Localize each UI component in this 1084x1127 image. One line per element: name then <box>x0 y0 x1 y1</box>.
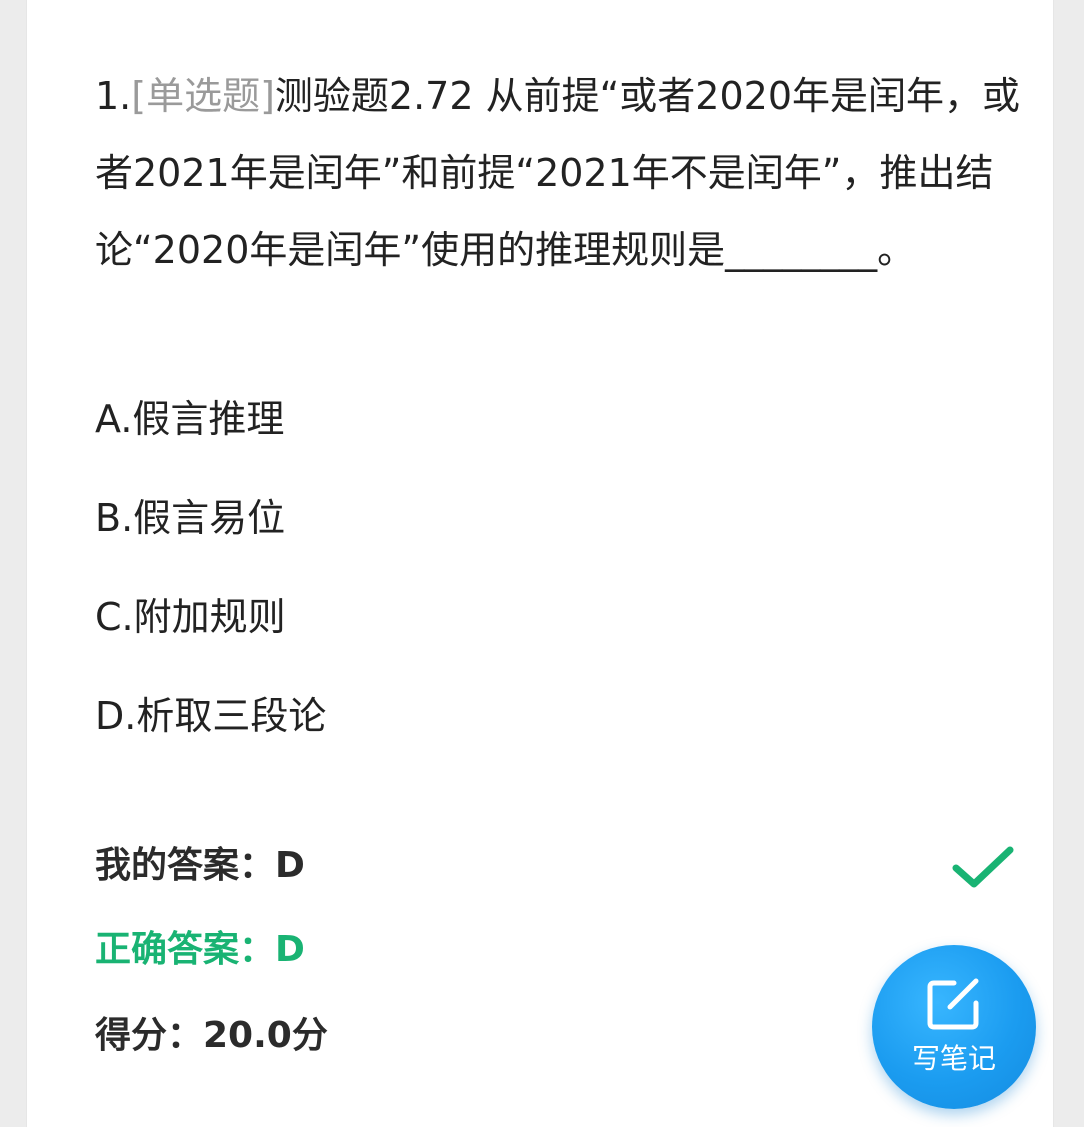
my-answer: 我的答案：D <box>95 845 305 886</box>
option-a[interactable]: A.假言推理 <box>95 394 284 444</box>
correct-answer: 正确答案：D <box>95 929 305 970</box>
question-number: 1. <box>95 74 132 118</box>
question-type: [单选题] <box>131 74 275 118</box>
check-icon <box>952 846 1014 888</box>
write-note-label: 写笔记 <box>911 1042 996 1075</box>
question-text: 1.[单选题]测验题2.72 从前提“或者2020年是闰年，或者2021年是闰年… <box>95 58 1025 289</box>
option-b[interactable]: B.假言易位 <box>95 493 285 543</box>
question-card: 1.[单选题]测验题2.72 从前提“或者2020年是闰年，或者2021年是闰年… <box>26 0 1054 1127</box>
option-d[interactable]: D.析取三段论 <box>95 691 326 741</box>
score: 得分：20.0分 <box>95 1015 328 1056</box>
option-c[interactable]: C.附加规则 <box>95 592 286 642</box>
edit-note-icon <box>927 978 979 1030</box>
write-note-button[interactable]: 写笔记 <box>872 945 1036 1109</box>
